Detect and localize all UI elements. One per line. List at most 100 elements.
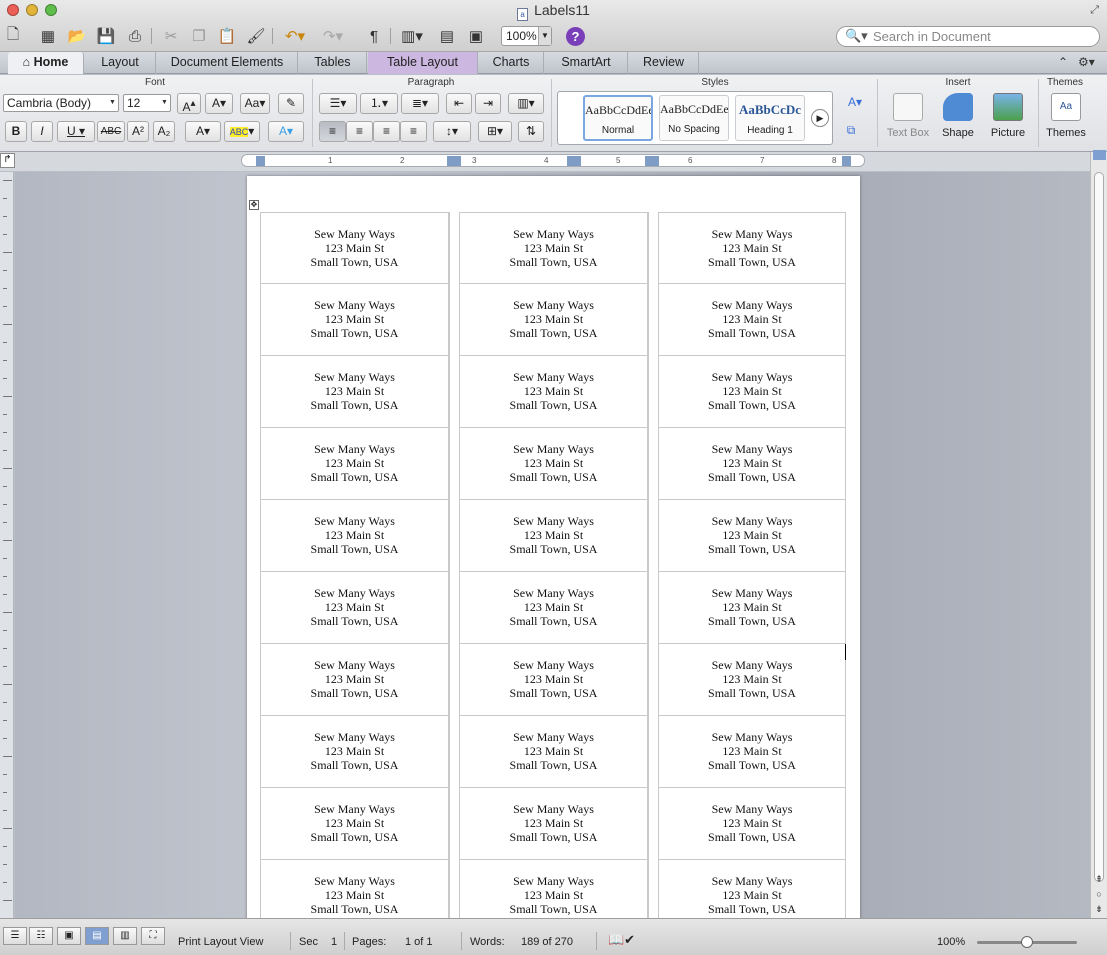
label-cell[interactable]: Sew Many Ways 123 Main St Small Town, USA — [658, 788, 846, 860]
label-cell[interactable]: Sew Many Ways 123 Main St Small Town, USA — [260, 356, 449, 428]
horizontal-ruler[interactable]: 1 2 3 4 5 6 7 8 — [241, 154, 865, 167]
label-cell[interactable]: Sew Many Ways 123 Main St Small Town, USA — [260, 572, 449, 644]
label-cell[interactable]: Sew Many Ways 123 Main St Small Town, USA — [260, 500, 449, 572]
redo-icon[interactable]: ↷▾ — [318, 25, 348, 47]
tab-layout[interactable]: Layout — [85, 52, 156, 74]
label-cell[interactable]: Sew Many Ways 123 Main St Small Town, USA — [658, 644, 846, 716]
subscript-button[interactable]: A₂ — [153, 121, 175, 142]
toolbox-icon[interactable]: ▤ — [436, 25, 458, 47]
media-browser-icon[interactable]: ▣ — [465, 25, 487, 47]
strikethrough-button[interactable]: ABC — [97, 121, 125, 142]
decrease-indent-button[interactable]: ⇤ — [446, 93, 472, 114]
right-indent-marker[interactable] — [842, 156, 851, 166]
align-right-button[interactable]: ≡ — [373, 121, 400, 142]
label-cell[interactable]: Sew Many Ways 123 Main St Small Town, USA — [260, 860, 449, 918]
label-cell[interactable]: Sew Many Ways 123 Main St Small Town, USA — [459, 572, 648, 644]
style-no-spacing[interactable]: AaBbCcDdEe No Spacing — [659, 95, 729, 141]
tab-table-layout[interactable]: Table Layout — [368, 52, 478, 74]
paste-icon[interactable]: 📋 — [216, 25, 238, 47]
save-icon[interactable]: 💾 — [95, 25, 117, 47]
label-cell[interactable]: Sew Many Ways 123 Main St Small Town, USA — [459, 716, 648, 788]
scroll-thumb[interactable] — [1094, 172, 1104, 882]
style-heading-1[interactable]: AaBbCcDc Heading 1 — [735, 95, 805, 141]
collapse-ribbon-icon[interactable]: ⌃ — [1058, 55, 1068, 69]
table-move-handle-icon[interactable]: ✥ — [249, 200, 259, 210]
label-cell[interactable]: Sew Many Ways 123 Main St Small Town, USA — [658, 572, 846, 644]
font-size-combo[interactable]: 12 ▼ — [123, 94, 171, 112]
tab-document-elements[interactable]: Document Elements — [157, 52, 298, 74]
format-painter-icon[interactable]: 🖌 — [245, 25, 267, 47]
bold-button[interactable]: B — [5, 121, 27, 142]
label-cell[interactable]: Sew Many Ways 123 Main St Small Town, USA — [459, 212, 648, 284]
tab-home[interactable]: ⌂ Home — [8, 52, 84, 74]
label-cell[interactable]: Sew Many Ways 123 Main St Small Town, USA — [459, 860, 648, 918]
undo-icon[interactable]: ↶▾ — [280, 25, 310, 47]
label-cell[interactable]: Sew Many Ways 123 Main St Small Town, USA — [658, 860, 846, 918]
open-icon[interactable]: 📂 — [66, 25, 88, 47]
cut-icon[interactable]: ✂ — [160, 25, 182, 47]
left-indent-marker[interactable] — [256, 156, 265, 166]
label-cell[interactable]: Sew Many Ways 123 Main St Small Town, USA — [658, 500, 846, 572]
browse-object-icon[interactable]: ○ — [1093, 889, 1105, 901]
tab-tables[interactable]: Tables — [299, 52, 367, 74]
tab-selector-icon[interactable]: ↱ — [0, 153, 15, 168]
column-marker[interactable] — [645, 156, 659, 166]
tab-smartart[interactable]: SmartArt — [545, 52, 628, 74]
manage-styles-icon[interactable]: ⧉ — [840, 121, 862, 142]
borders-button[interactable]: ⊞▾ — [478, 121, 512, 142]
numbering-button[interactable]: ⒈▾ — [360, 93, 398, 114]
style-normal[interactable]: AaBbCcDdEe Normal — [583, 95, 653, 141]
clear-formatting-button[interactable]: ✎ — [278, 93, 304, 114]
column-marker[interactable] — [567, 156, 581, 166]
sidebar-icon[interactable]: ▥▾ — [397, 25, 427, 47]
search-input[interactable]: 🔍▾ Search in Document — [836, 26, 1100, 47]
vertical-scrollbar[interactable]: ⇞ ○ ⇟ — [1090, 150, 1107, 918]
fullscreen-icon[interactable]: ⤢ — [1090, 4, 1099, 17]
justify-button[interactable]: ≡ — [400, 121, 427, 142]
copy-icon[interactable]: ❐ — [188, 25, 210, 47]
label-cell[interactable]: Sew Many Ways 123 Main St Small Town, USA — [459, 644, 648, 716]
zoom-slider-knob[interactable] — [1021, 936, 1033, 948]
full-screen-view-button[interactable]: ⛶ — [141, 927, 165, 945]
superscript-button[interactable]: A² — [127, 121, 149, 142]
change-case-button[interactable]: Aa▾ — [240, 93, 270, 114]
multilevel-list-button[interactable]: ≣▾ — [401, 93, 439, 114]
shrink-font-button[interactable]: A▾ — [205, 93, 233, 114]
label-cell[interactable]: Sew Many Ways 123 Main St Small Town, USA — [658, 356, 846, 428]
label-cell[interactable]: Sew Many Ways 123 Main St Small Town, USA — [260, 428, 449, 500]
styles-next-icon[interactable]: ▶ — [811, 109, 829, 127]
gallery-icon[interactable]: ▦ — [37, 25, 59, 47]
increase-indent-button[interactable]: ⇥ — [475, 93, 501, 114]
sort-button[interactable]: ⇅ — [518, 121, 544, 142]
split-handle-icon[interactable] — [1093, 150, 1106, 160]
text-effects-button[interactable]: A▾ — [268, 121, 304, 142]
column-marker[interactable] — [447, 156, 461, 166]
tab-review[interactable]: Review — [629, 52, 699, 74]
text-styles-icon[interactable]: A▾ — [840, 93, 870, 114]
label-cell[interactable]: Sew Many Ways 123 Main St Small Town, USA — [260, 716, 449, 788]
zoom-slider[interactable] — [977, 936, 1077, 948]
show-formatting-icon[interactable]: ¶ — [363, 25, 385, 47]
label-cell[interactable]: Sew Many Ways 123 Main St Small Town, USA — [459, 356, 648, 428]
font-color-button[interactable]: A▾ — [185, 121, 221, 142]
ribbon-settings-icon[interactable]: ⚙▾ — [1078, 55, 1095, 69]
print-layout-view-button[interactable]: ▤ — [85, 927, 109, 945]
label-cell[interactable]: Sew Many Ways 123 Main St Small Town, USA — [260, 788, 449, 860]
label-cell[interactable]: Sew Many Ways 123 Main St Small Town, USA — [459, 788, 648, 860]
label-cell[interactable]: Sew Many Ways 123 Main St Small Town, USA — [459, 428, 648, 500]
previous-page-icon[interactable]: ⇞ — [1093, 874, 1105, 886]
label-cell[interactable]: Sew Many Ways 123 Main St Small Town, USA — [260, 212, 449, 284]
draft-view-button[interactable]: ☰ — [3, 927, 27, 945]
bullets-button[interactable]: ☰▾ — [319, 93, 357, 114]
tab-charts[interactable]: Charts — [479, 52, 544, 74]
highlight-button[interactable]: ABC▾ — [224, 121, 260, 142]
label-cell[interactable]: Sew Many Ways 123 Main St Small Town, USA — [658, 212, 846, 284]
document-page[interactable]: ✥ Sew Many Ways 123 Main St Small Town, US… — [247, 176, 860, 918]
next-page-icon[interactable]: ⇟ — [1093, 904, 1105, 916]
print-icon[interactable]: ⎙ — [124, 25, 146, 47]
shape-button[interactable]: Shape — [933, 93, 983, 139]
label-cell[interactable]: Sew Many Ways 123 Main St Small Town, USA — [260, 284, 449, 356]
underline-button[interactable]: U ▾ — [57, 121, 95, 142]
grow-font-button[interactable]: A▴ — [177, 93, 201, 114]
label-cell[interactable]: Sew Many Ways 123 Main St Small Town, USA — [658, 428, 846, 500]
